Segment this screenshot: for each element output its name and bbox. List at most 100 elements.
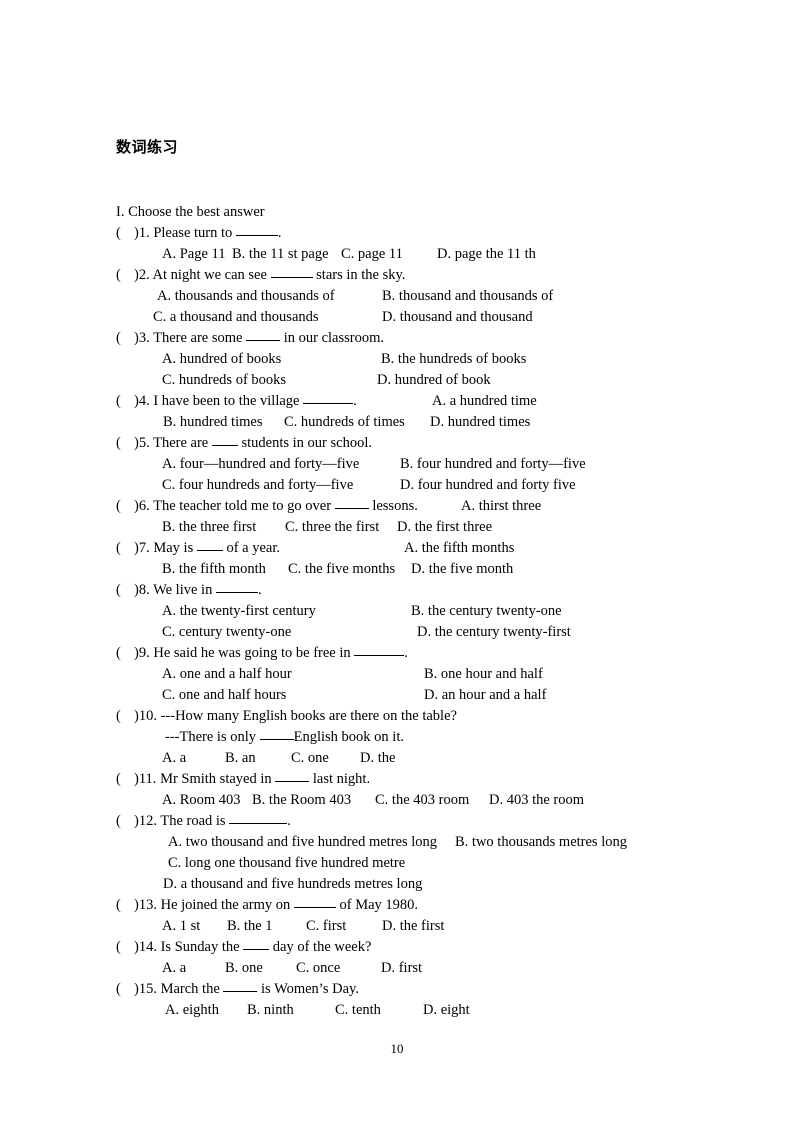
option-choice[interactable]: C. one	[291, 748, 329, 769]
option-choice[interactable]: C. first	[306, 916, 346, 937]
option-choice[interactable]: B. thousand and thousands of	[382, 286, 553, 307]
fill-in-blank[interactable]	[275, 769, 310, 782]
answer-bracket[interactable]: (	[116, 265, 134, 286]
question-stem-line: ()3. There are some in our classroom.	[0, 328, 794, 349]
option-choice[interactable]: D. hundred times	[430, 412, 530, 433]
option-choice[interactable]: D. the first three	[397, 517, 492, 538]
option-row: C. a thousand and thousands D. thousand a…	[0, 307, 794, 328]
option-choice[interactable]: D. an hour and a half	[424, 685, 546, 706]
option-choice[interactable]: A. one and a half hour	[162, 664, 292, 685]
option-choice[interactable]: C. four hundreds and forty—five	[162, 475, 353, 496]
option-choice[interactable]: A. a	[162, 748, 186, 769]
option-choice[interactable]: D. page the 11 th	[437, 244, 536, 265]
option-choice[interactable]: D. first	[381, 958, 422, 979]
fill-in-blank[interactable]	[229, 811, 288, 824]
answer-bracket[interactable]: (	[116, 979, 134, 1000]
answer-bracket[interactable]: (	[116, 328, 134, 349]
answer-bracket[interactable]: (	[116, 643, 134, 664]
option-choice[interactable]: A. the twenty-first century	[162, 601, 316, 622]
option-row: C. four hundreds and forty—five D. four h…	[0, 475, 794, 496]
option-choice[interactable]: D. four hundred and forty five	[400, 475, 576, 496]
option-choice[interactable]: C. one and half hours	[162, 685, 286, 706]
option-choice[interactable]: C. the 403 room	[375, 790, 469, 811]
fill-in-blank[interactable]	[243, 937, 270, 950]
fill-in-blank[interactable]	[303, 391, 354, 404]
option-choice[interactable]: D. thousand and thousand	[382, 307, 533, 328]
option-choice[interactable]: B. ninth	[247, 1000, 294, 1021]
option-choice[interactable]: B. the Room 403	[252, 790, 351, 811]
option-choice[interactable]: C. three the first	[285, 517, 379, 538]
option-choice[interactable]: D. eight	[423, 1000, 470, 1021]
option-choice[interactable]: C. once	[296, 958, 340, 979]
answer-bracket[interactable]: (	[116, 937, 134, 958]
option-choice[interactable]: A. 1 st	[162, 916, 200, 937]
option-choice[interactable]: A. thousands and thousands of	[157, 286, 335, 307]
option-choice[interactable]: B. the 11 st page	[232, 244, 329, 265]
option-choice[interactable]: B. four hundred and forty—five	[400, 454, 586, 475]
option-choice[interactable]: B. one	[225, 958, 263, 979]
option-choice[interactable]: C. century twenty-one	[162, 622, 291, 643]
answer-bracket[interactable]: (	[116, 769, 134, 790]
option-choice[interactable]: D. a thousand and five hundreds metres l…	[163, 874, 422, 895]
option-choice[interactable]: C. page 11	[341, 244, 403, 265]
option-choice[interactable]: A. a	[162, 958, 186, 979]
option-choice[interactable]: B. the 1	[227, 916, 273, 937]
question-text-after-blank: of May 1980.	[335, 897, 419, 913]
fill-in-blank[interactable]	[354, 643, 405, 656]
fill-in-blank[interactable]	[259, 727, 294, 740]
option-choice[interactable]: C. the five months	[288, 559, 395, 580]
option-choice[interactable]: B. one hour and half	[424, 664, 543, 685]
fill-in-blank[interactable]	[211, 433, 238, 446]
answer-bracket[interactable]: (	[116, 895, 134, 916]
option-choice[interactable]: B. the three first	[162, 517, 256, 538]
option-choice[interactable]: D. 403 the room	[489, 790, 584, 811]
question-stem-line: ()13. He joined the army on of May 1980.	[0, 895, 794, 916]
option-choice[interactable]: B. the hundreds of books	[381, 349, 526, 370]
option-choice[interactable]: D. the century twenty-first	[417, 622, 571, 643]
question-number: 15.	[138, 981, 161, 997]
option-choice[interactable]: B. the fifth month	[162, 559, 266, 580]
fill-in-blank[interactable]	[196, 538, 223, 551]
answer-bracket[interactable]: (	[116, 580, 134, 601]
option-choice[interactable]: D. hundred of book	[377, 370, 491, 391]
fill-in-blank[interactable]	[293, 895, 336, 908]
answer-bracket[interactable]: (	[116, 811, 134, 832]
option-choice[interactable]: A. a hundred time	[432, 391, 537, 412]
option-choice[interactable]: A. eighth	[165, 1000, 219, 1021]
answer-bracket[interactable]: (	[116, 433, 134, 454]
option-choice[interactable]: D. the	[360, 748, 395, 769]
fill-in-blank[interactable]	[270, 265, 313, 278]
answer-bracket[interactable]: (	[116, 496, 134, 517]
option-choice[interactable]: B. an	[225, 748, 256, 769]
option-row: C. hundreds of books D. hundred of book	[0, 370, 794, 391]
answer-bracket[interactable]: (	[116, 223, 134, 244]
option-choice[interactable]: B. two thousands metres long	[455, 832, 627, 853]
fill-in-blank[interactable]	[334, 496, 369, 509]
question-number: 1.	[138, 225, 154, 241]
fill-in-blank[interactable]	[215, 580, 258, 593]
option-choice[interactable]: A. hundred of books	[162, 349, 281, 370]
option-choice[interactable]: B. the century twenty-one	[411, 601, 562, 622]
option-choice[interactable]: D. the five month	[411, 559, 513, 580]
option-choice[interactable]: A. Page 11	[162, 244, 226, 265]
fill-in-blank[interactable]	[235, 223, 278, 236]
option-choice[interactable]: C. tenth	[335, 1000, 381, 1021]
question-stem: ()6. The teacher told me to go over less…	[116, 496, 418, 517]
answer-bracket[interactable]: (	[116, 538, 134, 559]
option-choice[interactable]: A. Room 403	[162, 790, 241, 811]
fill-in-blank[interactable]	[246, 328, 281, 341]
option-choice[interactable]: A. two thousand and five hundred metres …	[168, 832, 437, 853]
option-choice[interactable]: C. hundreds of times	[284, 412, 405, 433]
answer-bracket[interactable]: (	[116, 706, 134, 727]
option-choice[interactable]: B. hundred times	[163, 412, 262, 433]
option-choice[interactable]: C. a thousand and thousands	[153, 307, 319, 328]
option-choice[interactable]: D. the first	[382, 916, 444, 937]
option-choice[interactable]: A. four—hundred and forty—five	[162, 454, 359, 475]
option-choice[interactable]: C. long one thousand five hundred metre	[168, 853, 405, 874]
option-choice[interactable]: A. thirst three	[461, 496, 541, 517]
question-stem-line: ()4. I have been to the village . A. a hu…	[0, 391, 794, 412]
answer-bracket[interactable]: (	[116, 391, 134, 412]
option-choice[interactable]: C. hundreds of books	[162, 370, 286, 391]
fill-in-blank[interactable]	[223, 979, 258, 992]
option-choice[interactable]: A. the fifth months	[404, 538, 514, 559]
